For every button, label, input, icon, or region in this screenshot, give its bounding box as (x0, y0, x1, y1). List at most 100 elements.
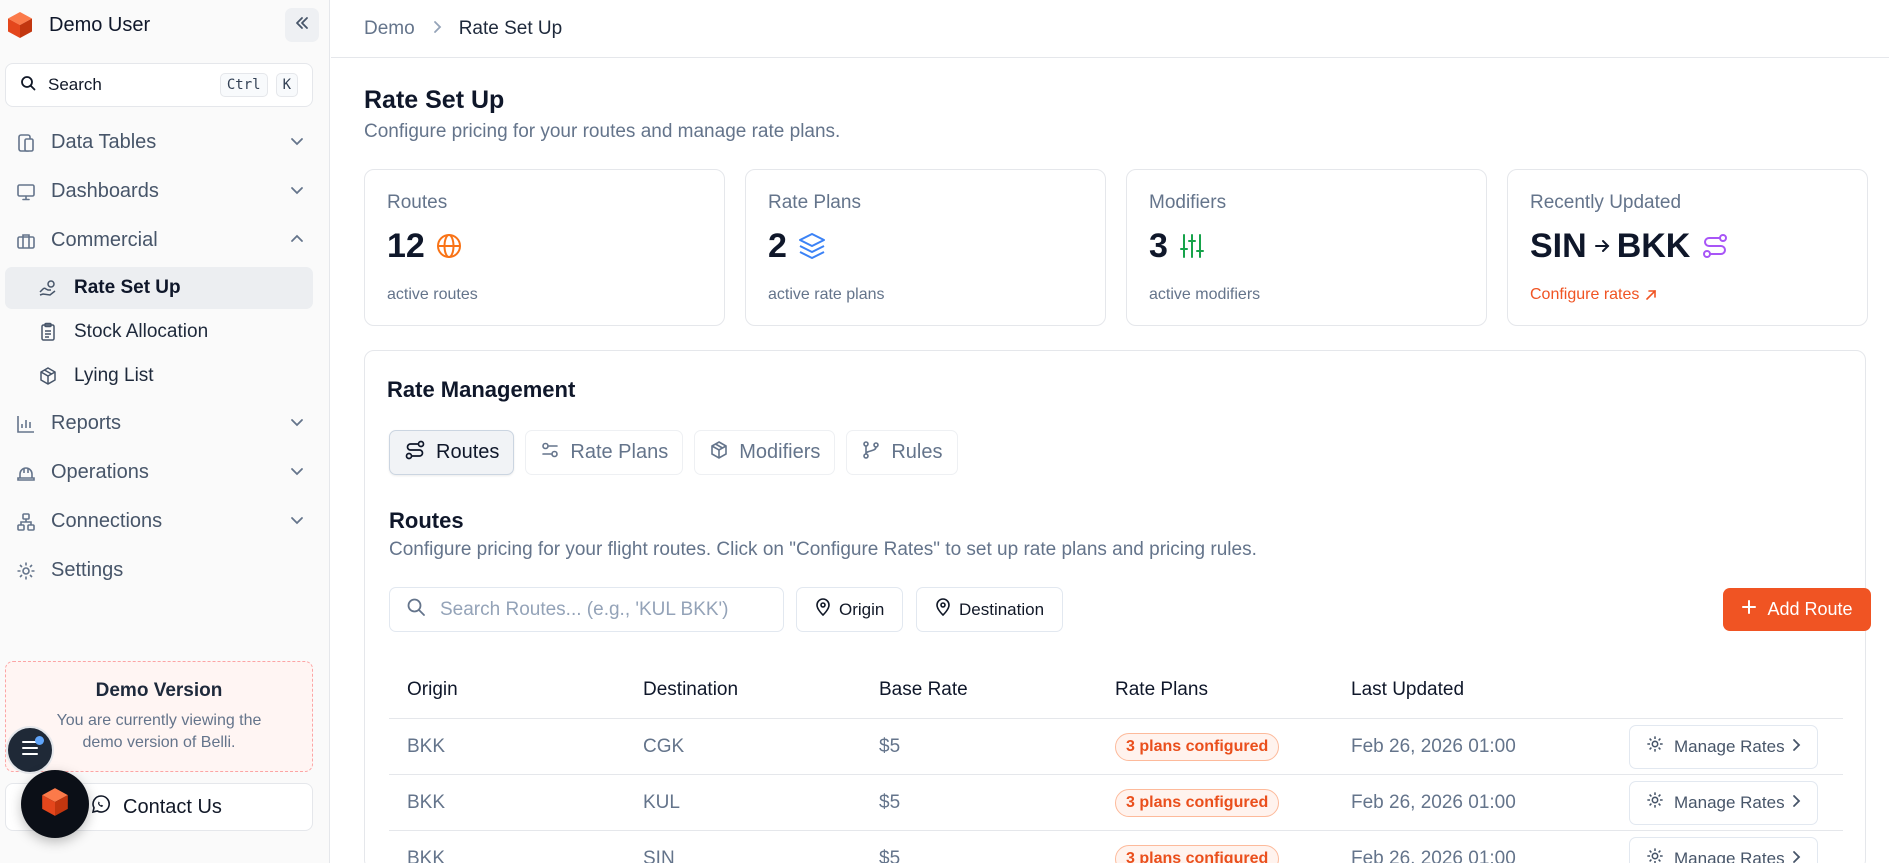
chevron-right-icon (1791, 793, 1801, 813)
route-icon (1700, 231, 1730, 261)
destination-filter-button[interactable]: Destination (916, 587, 1064, 632)
manage-rates-button[interactable]: Manage Rates (1629, 836, 1818, 863)
chevron-down-icon (289, 462, 305, 485)
stat-value: 2 (768, 226, 787, 265)
origin-filter-label: Origin (839, 599, 885, 619)
arrow-up-right-icon (1645, 289, 1657, 301)
tab-label: Rate Plans (570, 441, 669, 463)
tab-rate-plans[interactable]: Rate Plans (525, 430, 684, 475)
route-icon (404, 439, 426, 467)
package-icon (38, 366, 58, 386)
sidebar-subitem-label: Rate Set Up (74, 277, 181, 298)
cell-last-updated: Feb 26, 2026 01:00 (1351, 791, 1516, 813)
message-circle-icon (91, 794, 111, 820)
route-search-input[interactable] (440, 598, 770, 621)
chevron-down-icon (289, 511, 305, 534)
search-icon (406, 597, 426, 622)
sidebar-subitem-stock-allocation[interactable]: Stock Allocation (5, 311, 313, 353)
sidebar-item-label: Settings (51, 559, 124, 581)
breadcrumb: Demo Rate Set Up (331, 0, 1889, 58)
sidebar-item-connections[interactable]: Connections (5, 497, 313, 546)
chevron-up-icon (289, 230, 305, 253)
column-header: Rate Plans (1115, 679, 1208, 700)
destination-filter-label: Destination (959, 599, 1045, 619)
sidebar-subitem-label: Lying List (74, 365, 154, 386)
breadcrumb-current: Rate Set Up (458, 17, 563, 39)
routes-table: Origin Destination Base Rate Rate Plans … (389, 662, 1843, 863)
stat-card-recently-updated: Recently Updated SIN BKK Configure rates (1507, 169, 1868, 326)
section-title: Routes (389, 508, 464, 533)
sidebar-item-label: Operations (51, 461, 149, 483)
sidebar-subitem-lying-list[interactable]: Lying List (5, 355, 313, 397)
stat-value: 12 (387, 226, 425, 265)
sidebar-item-reports[interactable]: Reports (5, 399, 313, 448)
layers-icon (797, 231, 827, 261)
sidebar-subitem-label: Stock Allocation (74, 321, 209, 342)
chevron-down-icon (289, 181, 305, 204)
manage-rates-label: Manage Rates (1674, 848, 1785, 863)
tab-rules[interactable]: Rules (846, 430, 958, 475)
stat-footnote: active rate plans (768, 286, 885, 303)
gear-icon (1646, 847, 1664, 863)
route-search-box (389, 587, 784, 632)
stat-card-modifiers: Modifiers 3 active modifiers (1126, 169, 1487, 326)
column-header: Origin (407, 679, 458, 700)
tab-modifiers[interactable]: Modifiers (694, 430, 836, 475)
add-route-button[interactable]: Add Route (1723, 588, 1871, 631)
manage-rates-button[interactable]: Manage Rates (1629, 724, 1818, 769)
cell-base-rate: $5 (879, 791, 901, 813)
sidebar-item-settings[interactable]: Settings (5, 546, 313, 595)
cell-destination: KUL (643, 791, 680, 813)
sidebar-item-label: Reports (51, 412, 122, 434)
plans-badge: 3 plans configured (1115, 788, 1280, 817)
demo-title: Demo Version (95, 680, 223, 701)
column-header: Base Rate (879, 679, 968, 700)
bar-chart-icon (15, 413, 37, 435)
sidebar-nav: Data Tables Dashboards Commercial Rate S… (5, 118, 313, 595)
sidebar-item-data-tables[interactable]: Data Tables (5, 118, 313, 167)
kbd-k: K (275, 73, 298, 97)
cell-destination: SIN (643, 847, 675, 863)
chevron-down-icon (289, 132, 305, 155)
hard-hat-icon (15, 462, 37, 484)
page-title: Rate Set Up (364, 86, 505, 114)
floating-menu-button[interactable] (6, 726, 54, 774)
tab-routes[interactable]: Routes (389, 430, 515, 475)
manage-rates-button[interactable]: Manage Rates (1629, 780, 1818, 825)
git-branch-icon (861, 440, 881, 466)
sidebar: Demo User Search Ctrl K Data Tables Dash (0, 0, 330, 863)
rate-management-panel: Rate Management Routes Rate Plans Modifi… (364, 350, 1871, 863)
stat-card-routes: Routes 12 active routes (364, 169, 725, 326)
chevron-right-icon (1791, 849, 1801, 863)
floating-assistant-button[interactable] (21, 770, 89, 838)
cell-base-rate: $5 (879, 847, 901, 863)
sidebar-subitem-rate-set-up[interactable]: Rate Set Up (5, 267, 313, 309)
sidebar-item-commercial[interactable]: Commercial (5, 216, 313, 265)
configure-rates-link[interactable]: Configure rates (1530, 286, 1845, 304)
brand[interactable]: Demo User (5, 6, 323, 44)
sidebar-item-dashboards[interactable]: Dashboards (5, 167, 313, 216)
sidebar-item-operations[interactable]: Operations (5, 448, 313, 497)
cell-last-updated: Feb 26, 2026 01:00 (1351, 847, 1516, 863)
plus-icon (1741, 599, 1757, 620)
search-icon (20, 75, 36, 96)
cell-origin: BKK (407, 735, 446, 757)
tab-label: Rules (891, 441, 943, 463)
breadcrumb-root[interactable]: Demo (364, 18, 415, 40)
sidebar-item-label: Connections (51, 510, 163, 532)
table-row: BKK KUL $5 3 plans configured Feb 26, 20… (389, 775, 1843, 831)
manage-rates-label: Manage Rates (1674, 792, 1785, 812)
origin-filter-button[interactable]: Origin (796, 587, 904, 632)
tab-label: Routes (436, 441, 500, 463)
cube-logo-icon (5, 10, 35, 40)
hand-coins-icon (38, 278, 58, 298)
stat-label: Recently Updated (1530, 192, 1682, 213)
cube-logo-icon (39, 786, 71, 823)
gear-icon (1646, 791, 1664, 814)
search-label: Search (48, 75, 102, 94)
clipboard-icon (38, 322, 58, 342)
collapse-sidebar-button[interactable] (285, 8, 319, 42)
sidebar-search[interactable]: Search Ctrl K (5, 63, 313, 107)
table-row: BKK SIN $5 3 plans configured Feb 26, 20… (389, 831, 1843, 863)
page-subtitle: Configure pricing for your routes and ma… (364, 121, 841, 142)
